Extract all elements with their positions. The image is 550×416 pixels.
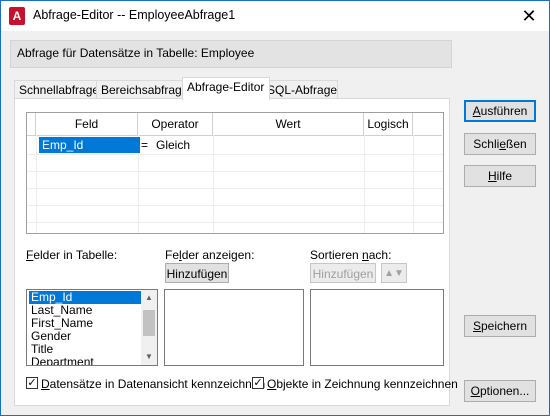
- label-mnemonic: S: [472, 319, 481, 333]
- label-text: Sortieren: [310, 248, 363, 262]
- optionen-button[interactable]: Optionen...: [464, 380, 536, 402]
- tab-sql-abfrage[interactable]: SQL-Abfrage: [262, 80, 338, 100]
- label-mnemonic: e: [499, 137, 506, 151]
- list-item[interactable]: Department: [29, 356, 141, 366]
- cell-feld[interactable]: Emp_Id: [39, 137, 140, 153]
- label-text: ptionen...: [479, 384, 530, 398]
- list-scrollbar[interactable]: ▲ ▼: [141, 290, 157, 365]
- felder-anzeigen-label: Felder anzeigen:: [165, 248, 254, 262]
- ausfuehren-button[interactable]: Ausführen: [464, 100, 536, 122]
- grid-line: [27, 222, 443, 223]
- column-header-logisch[interactable]: Logisch: [364, 113, 413, 136]
- grid-line: [27, 205, 443, 206]
- felder-anzeigen-list[interactable]: [164, 289, 304, 366]
- label-mnemonic: H: [487, 169, 497, 183]
- label-text: ßen: [506, 137, 527, 151]
- window-title: Abfrage-Editor -- EmployeeAbfrage1: [33, 8, 236, 22]
- sortieren-add-button[interactable]: Hinzufügen: [310, 263, 376, 283]
- schliessen-button[interactable]: Schließen: [464, 133, 536, 155]
- grid-line: [364, 135, 365, 233]
- grid-line: [213, 135, 214, 233]
- label-mnemonic: A: [472, 104, 481, 118]
- sort-order-icon[interactable]: ▲▼: [381, 263, 407, 283]
- cell-operator[interactable]: Gleich: [156, 137, 190, 153]
- label-mnemonic: D: [41, 377, 50, 391]
- grid-corner: [27, 113, 36, 136]
- hilfe-button[interactable]: Hilfe: [464, 165, 536, 187]
- label-text: bjekte in Zeichnung kennzeichnen: [276, 377, 458, 391]
- objekte-checkbox[interactable]: ✓: [252, 377, 264, 389]
- cell-operator-symbol: =: [141, 138, 149, 152]
- objekte-label: Objekte in Zeichnung kennzeichnen: [267, 377, 458, 391]
- scroll-up-icon[interactable]: ▲: [141, 291, 157, 305]
- felder-in-tabelle-label: Felder in Tabelle:: [26, 248, 117, 262]
- grid-line: [27, 154, 443, 155]
- label-text: usführen: [480, 104, 528, 118]
- tab-abfrage-editor[interactable]: Abfrage-Editor: [182, 77, 270, 100]
- felder-anzeigen-add-button[interactable]: Hinzufügen: [165, 263, 229, 283]
- scroll-down-icon[interactable]: ▼: [141, 350, 157, 364]
- column-header-feld[interactable]: Feld: [36, 113, 138, 136]
- datensaetze-label: Datensätze in Datenansicht kennzeichnen: [41, 377, 265, 391]
- label-text: ach:: [368, 248, 392, 262]
- label-text: atensätze in Datenansicht kennzeichnen: [49, 377, 266, 391]
- label-mnemonic: O: [470, 384, 480, 398]
- grid-line: [27, 188, 443, 189]
- query-grid[interactable]: Feld Operator Wert Logisch Emp_Id = Glei…: [26, 112, 444, 234]
- grid-line: [413, 135, 414, 233]
- label-text: Schli: [473, 137, 500, 151]
- tab-bereichsabfrage[interactable]: Bereichsabfrage: [96, 80, 190, 100]
- sortieren-nach-label: Sortieren nach:: [310, 248, 391, 262]
- table-info-text: Abfrage für Datensätze in Tabelle: Emplo…: [17, 46, 255, 60]
- label-mnemonic: n: [362, 248, 369, 262]
- label-text: elder in Tabelle:: [33, 248, 118, 262]
- close-icon[interactable]: ✕: [517, 4, 541, 28]
- label-text: Fe: [165, 248, 180, 262]
- scroll-thumb[interactable]: [143, 310, 155, 336]
- table-info-box: Abfrage für Datensätze in Tabelle: Emplo…: [10, 40, 452, 68]
- grid-line: [36, 135, 37, 233]
- label-text: der anzeigen:: [181, 248, 255, 262]
- datensaetze-checkbox[interactable]: ✓: [26, 377, 38, 389]
- column-header-operator[interactable]: Operator: [138, 113, 213, 136]
- column-header-wert[interactable]: Wert: [213, 113, 364, 136]
- column-header-extra: [413, 113, 442, 136]
- grid-line: [27, 171, 443, 172]
- sortieren-nach-list[interactable]: [310, 289, 444, 366]
- felder-in-tabelle-list[interactable]: Emp_Id Last_Name First_Name Gender Title…: [26, 289, 158, 366]
- title-bar: A Abfrage-Editor -- EmployeeAbfrage1 ✕: [1, 1, 549, 31]
- tab-schnellabfrage[interactable]: Schnellabfrage: [14, 80, 99, 100]
- speichern-button[interactable]: Speichern: [464, 315, 536, 337]
- label-mnemonic: O: [267, 377, 277, 391]
- label-text: ilfe: [496, 169, 512, 183]
- autocad-app-icon: A: [9, 7, 25, 25]
- label-text: peichern: [480, 319, 528, 333]
